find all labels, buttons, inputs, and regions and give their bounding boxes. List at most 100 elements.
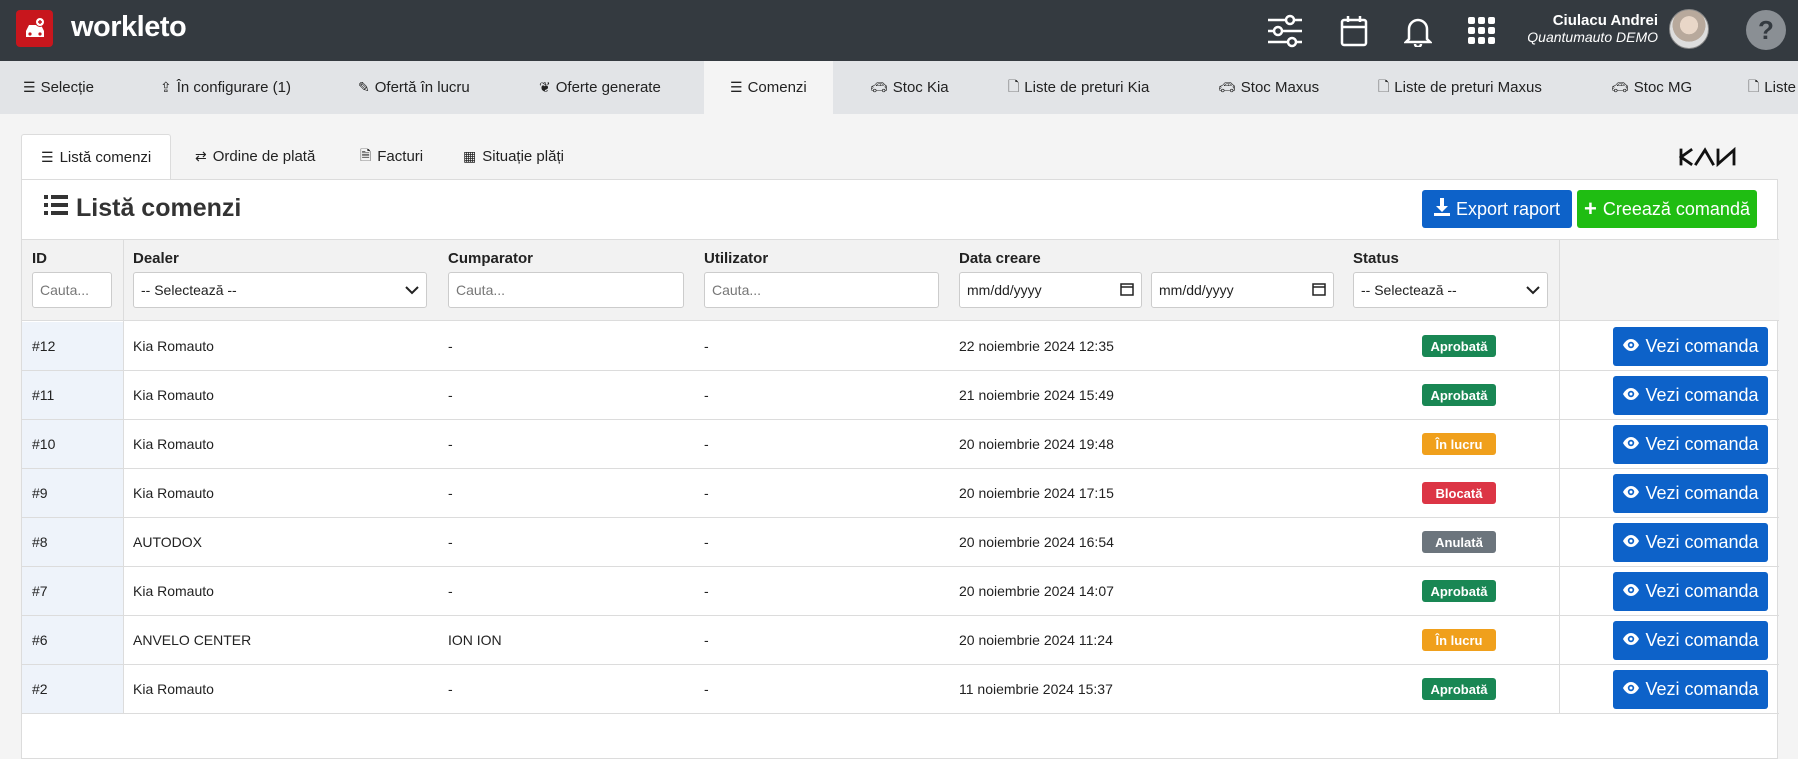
- create-order-button[interactable]: + Creează comandă: [1577, 190, 1757, 228]
- view-order-button[interactable]: Vezi comanda: [1613, 474, 1768, 513]
- date-from-input[interactable]: mm/dd/yyyy: [959, 272, 1142, 308]
- column-divider: [123, 371, 124, 419]
- eye-icon: [1622, 483, 1640, 504]
- view-order-label: Vezi comanda: [1645, 679, 1759, 699]
- chevron-down-icon: [405, 282, 419, 298]
- header-id: ID: [32, 250, 47, 267]
- column-divider: [123, 240, 124, 322]
- subtab-situatie-plati[interactable]: ▦ Situație plăți: [444, 134, 583, 179]
- created-date-cell: 20 noiembrie 2024 19:48: [959, 436, 1114, 452]
- nav-tab-label: Comenzi: [747, 79, 807, 96]
- nav-tab-label: Stoc MG: [1633, 79, 1693, 96]
- subtab-ordine-de-plata[interactable]: ⇄ Ordine de plată: [176, 134, 334, 179]
- car-icon: 🚗︎: [870, 79, 888, 95]
- list-icon: ☰: [23, 79, 36, 95]
- view-order-button[interactable]: Vezi comanda: [1613, 670, 1768, 709]
- buyer-cell: -: [448, 583, 453, 599]
- created-date-cell: 21 noiembrie 2024 15:49: [959, 387, 1114, 403]
- column-divider: [1559, 665, 1560, 713]
- column-divider: [123, 420, 124, 468]
- eye-icon: [1622, 385, 1640, 406]
- car-icon: 🚗︎: [1611, 79, 1629, 95]
- eye-icon: [1622, 630, 1640, 651]
- settings-sliders-icon[interactable]: [1264, 10, 1306, 52]
- exchange-icon: ⇄: [195, 148, 207, 164]
- order-id: #8: [32, 534, 48, 550]
- column-divider: [123, 469, 124, 517]
- subtab-facturi[interactable]: 🗎 Facturi: [341, 134, 442, 179]
- user-cell: -: [704, 485, 709, 501]
- dealer-cell: Kia Romauto: [133, 387, 214, 403]
- nav-tab-label: Stoc Kia: [892, 79, 949, 96]
- buyer-search-input[interactable]: Cauta...: [448, 272, 684, 308]
- table-icon: ▦: [463, 148, 477, 164]
- nav-tab-oferte-generate[interactable]: ❦ Oferte generate: [535, 61, 665, 114]
- order-id: #2: [32, 681, 48, 697]
- help-icon[interactable]: ?: [1746, 10, 1786, 50]
- nav-tab-liste-preturi-maxus[interactable]: 🗋 Liste de preturi Maxus: [1374, 61, 1546, 114]
- nav-tab-stoc-mg[interactable]: 🚗︎ Stoc MG: [1607, 61, 1696, 114]
- user-name[interactable]: Ciulacu Andrei: [1553, 12, 1658, 29]
- nav-tab-in-configurare[interactable]: ⇪ În configurare (1): [156, 61, 295, 114]
- date-from-value: mm/dd/yyyy: [967, 282, 1042, 298]
- status-select[interactable]: -- Selectează --: [1353, 272, 1548, 308]
- nav-tab-label: Oferte generate: [555, 79, 661, 96]
- user-company: Quantumauto DEMO: [1527, 29, 1658, 45]
- nav-tab-oferta-in-lucru[interactable]: ✎ Ofertă în lucru: [354, 61, 474, 114]
- column-divider: [123, 518, 124, 566]
- column-divider: [1559, 322, 1560, 370]
- column-divider: [123, 567, 124, 615]
- order-id: #10: [32, 436, 56, 452]
- order-id: #11: [32, 387, 55, 403]
- column-divider: [1559, 420, 1560, 468]
- buyer-cell: -: [448, 436, 453, 452]
- apps-grid-icon[interactable]: [1461, 10, 1503, 52]
- subtab-label: Ordine de plată: [212, 148, 316, 165]
- avatar[interactable]: [1669, 9, 1709, 49]
- view-order-label: Vezi comanda: [1645, 532, 1759, 552]
- view-order-button[interactable]: Vezi comanda: [1613, 376, 1768, 415]
- view-order-button[interactable]: Vezi comanda: [1613, 425, 1768, 464]
- nav-tab-liste-preturi-kia[interactable]: 🗋 Liste de preturi Kia: [1004, 61, 1153, 114]
- view-order-button[interactable]: Vezi comanda: [1613, 523, 1768, 562]
- calendar-icon[interactable]: [1333, 10, 1375, 52]
- user-search-input[interactable]: Cauta...: [704, 272, 939, 308]
- column-divider: [123, 322, 124, 370]
- header-buyer: Cumparator: [448, 250, 534, 267]
- table-row: #2 Kia Romauto - - 11 noiembrie 2024 15:37 Ap…: [22, 665, 1779, 714]
- subtab-lista-comenzi[interactable]: ☰ Listă comenzi: [21, 134, 172, 179]
- app-brand[interactable]: workleto: [71, 11, 187, 44]
- export-report-button[interactable]: Export raport: [1422, 190, 1572, 228]
- column-divider: [1559, 567, 1560, 615]
- id-search-input[interactable]: Cauta...: [32, 272, 112, 308]
- file-icon: 🗋: [1378, 77, 1390, 94]
- calendar-icon[interactable]: [1120, 282, 1134, 299]
- chevron-down-icon: [1526, 282, 1540, 298]
- nav-tab-liste[interactable]: 🗋 Liste: [1744, 61, 1798, 114]
- dealer-select[interactable]: -- Selectează --: [133, 272, 427, 308]
- column-divider: [1559, 469, 1560, 517]
- dealer-cell: AUTODOX: [133, 534, 202, 550]
- nav-tab-label: Liste de preturi Kia: [1024, 79, 1150, 96]
- nav-tab-selectie[interactable]: ☰ Selecție: [19, 61, 98, 114]
- user-cell: -: [704, 583, 709, 599]
- buyer-cell: -: [448, 534, 453, 550]
- bell-icon[interactable]: [1397, 10, 1439, 52]
- nav-tab-stoc-maxus[interactable]: 🚗︎ Stoc Maxus: [1214, 61, 1323, 114]
- view-order-button[interactable]: Vezi comanda: [1613, 572, 1768, 611]
- buyer-cell: -: [448, 338, 453, 354]
- view-order-button[interactable]: Vezi comanda: [1613, 327, 1768, 366]
- status-badge: În lucru: [1422, 433, 1496, 455]
- nav-tab-stoc-kia[interactable]: 🚗︎ Stoc Kia: [866, 61, 953, 114]
- subtab-label: Facturi: [377, 148, 424, 165]
- buyer-cell: ION ION: [448, 632, 502, 648]
- status-badge: Aprobată: [1422, 384, 1496, 406]
- date-to-input[interactable]: mm/dd/yyyy: [1151, 272, 1334, 308]
- nav-tab-label: Selecție: [40, 79, 94, 96]
- view-order-label: Vezi comanda: [1645, 336, 1759, 356]
- calendar-icon[interactable]: [1312, 282, 1326, 299]
- created-date-cell: 20 noiembrie 2024 16:54: [959, 534, 1114, 550]
- nav-tab-comenzi[interactable]: ☰ Comenzi: [704, 61, 833, 114]
- view-order-button[interactable]: Vezi comanda: [1613, 621, 1768, 660]
- app-logo-icon[interactable]: [16, 10, 53, 47]
